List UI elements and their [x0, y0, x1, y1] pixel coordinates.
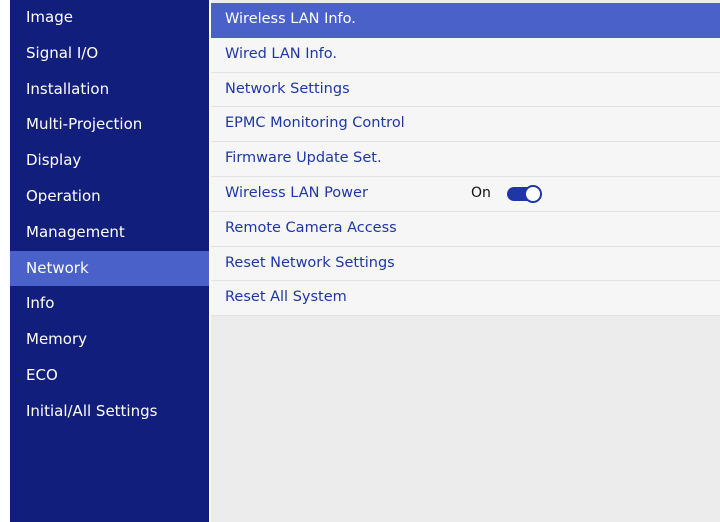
sidebar-item-info[interactable]: Info: [10, 286, 209, 322]
sidebar-item-operation[interactable]: Operation: [10, 179, 209, 215]
menu-item-reset-all-system[interactable]: Reset All System: [211, 281, 720, 317]
menu-item-label: Reset Network Settings: [225, 254, 395, 271]
menu-item-wireless-lan-power[interactable]: Wireless LAN Power On: [211, 176, 720, 212]
menu-item-wired-lan-info[interactable]: Wired LAN Info.: [211, 37, 720, 73]
menu-item-label: Wireless LAN Info.: [225, 11, 356, 27]
sidebar-item-installation[interactable]: Installation: [10, 72, 209, 108]
wireless-lan-power-value: On: [471, 184, 491, 201]
toggle-knob-icon: [524, 184, 542, 203]
sidebar-item-initial-all-settings[interactable]: Initial/All Settings: [10, 394, 209, 430]
network-menu-panel: Wireless LAN Info. Wired LAN Info. Netwo…: [211, 0, 720, 522]
menu-item-label: EPMC Monitoring Control: [225, 115, 405, 132]
menu-item-reset-network-settings[interactable]: Reset Network Settings: [211, 246, 720, 282]
menu-item-label: Reset All System: [225, 289, 347, 306]
menu-item-firmware-update-set[interactable]: Firmware Update Set.: [211, 142, 720, 177]
menu-item-label: Firmware Update Set.: [225, 150, 382, 167]
menu-item-label: Wireless LAN Power: [225, 184, 368, 201]
menu-item-label: Wired LAN Info.: [225, 45, 338, 62]
network-menu-list: Wireless LAN Info. Wired LAN Info. Netwo…: [211, 3, 720, 317]
menu-item-label: Remote Camera Access: [225, 219, 397, 236]
sidebar-item-display[interactable]: Display: [10, 143, 209, 179]
sidebar-item-management[interactable]: Management: [10, 215, 209, 251]
sidebar: Image Signal I/O Installation Multi-Proj…: [10, 0, 209, 522]
menu-item-network-settings[interactable]: Network Settings: [211, 72, 720, 108]
menu-item-remote-camera-access[interactable]: Remote Camera Access: [211, 211, 720, 247]
projector-menu-screen: Image Signal I/O Installation Multi-Proj…: [0, 0, 720, 522]
menu-item-label: Network Settings: [225, 80, 350, 97]
menu-item-wireless-lan-info[interactable]: Wireless LAN Info.: [211, 3, 720, 38]
sidebar-item-signal-io[interactable]: Signal I/O: [10, 36, 209, 72]
sidebar-item-memory[interactable]: Memory: [10, 322, 209, 358]
sidebar-item-eco[interactable]: ECO: [10, 358, 209, 394]
sidebar-item-network[interactable]: Network: [10, 250, 209, 287]
wireless-lan-power-toggle[interactable]: [507, 184, 542, 203]
menu-item-epmc-monitoring-control[interactable]: EPMC Monitoring Control: [211, 107, 720, 143]
sidebar-item-image[interactable]: Image: [10, 0, 209, 36]
sidebar-item-multi-projection[interactable]: Multi-Projection: [10, 107, 209, 143]
